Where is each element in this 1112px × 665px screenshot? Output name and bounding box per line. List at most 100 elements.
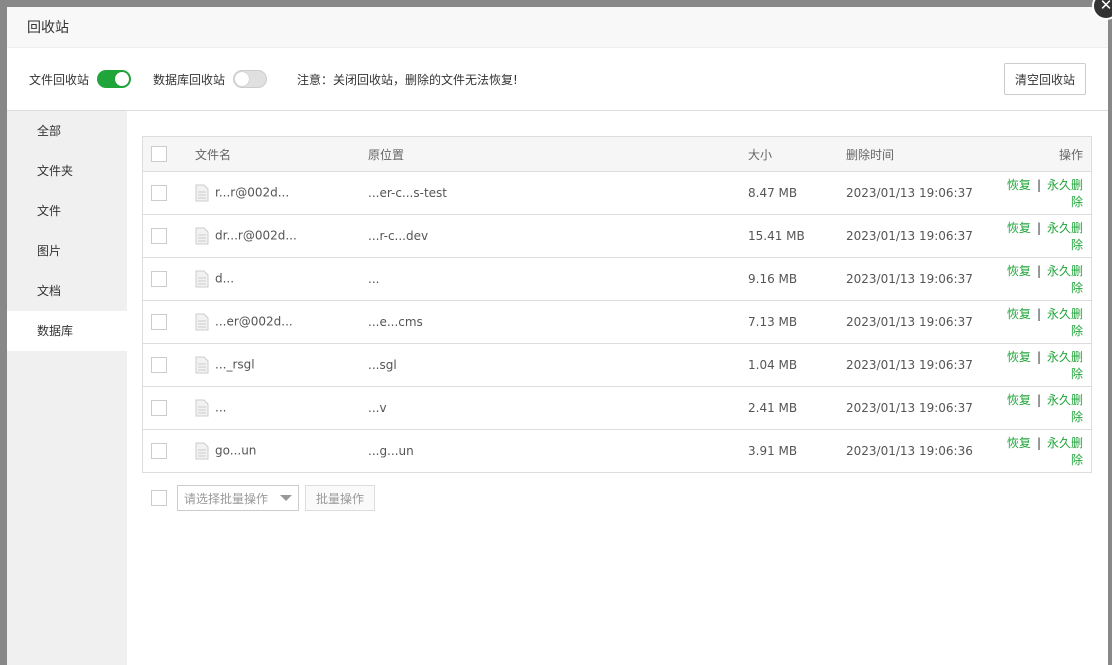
file-recycle-toggle[interactable] — [97, 70, 132, 88]
sidebar-item-documents[interactable]: 文档 — [7, 271, 127, 311]
toggle-knob — [115, 72, 130, 86]
row-file-name: r...r@002d... — [215, 185, 290, 200]
row-checkbox[interactable] — [151, 443, 167, 459]
row-size: 1.04 MB — [748, 358, 798, 372]
batch-bar: 请选择批量操作 批量操作 — [142, 485, 1092, 511]
row-delete-time: 2023/01/13 19:06:37 — [846, 229, 973, 243]
header-path: 原位置 — [368, 147, 405, 162]
restore-link[interactable]: 恢复 — [1007, 178, 1031, 192]
row-original-path: ...er-c...s-test — [368, 186, 447, 200]
file-icon — [195, 442, 209, 460]
row-checkbox[interactable] — [151, 185, 167, 201]
table-row: ... ...v 2.41 MB 2023/01/13 19:06:37 恢复 |… — [142, 386, 1092, 430]
permanent-delete-link[interactable]: 永久删除 — [1047, 307, 1083, 338]
select-all-checkbox[interactable] — [151, 146, 167, 162]
table-row: ...er@002d... ...e...cms 7.13 MB 2023/01… — [142, 300, 1092, 344]
op-separator: | — [1036, 221, 1041, 235]
row-delete-time: 2023/01/13 19:06:37 — [846, 358, 973, 372]
row-checkbox[interactable] — [151, 314, 167, 330]
table-row: ..._rsgl ...sgl 1.04 MB 2023/01/13 19:06… — [142, 343, 1092, 387]
row-checkbox[interactable] — [151, 357, 167, 373]
row-checkbox[interactable] — [151, 400, 167, 416]
batch-select-checkbox[interactable] — [151, 490, 167, 506]
file-icon — [195, 313, 209, 331]
db-recycle-group: 数据库回收站 — [153, 70, 268, 88]
toggle-knob — [235, 72, 250, 86]
file-icon — [195, 356, 209, 374]
recycle-bin-dialog: 回收站 文件回收站 数据库回收站 注意：关闭回收站，删除的文件无法恢复! 清空回… — [7, 7, 1108, 665]
batch-operation-button[interactable]: 批量操作 — [305, 485, 376, 511]
row-delete-time: 2023/01/13 19:06:37 — [846, 401, 973, 415]
restore-link[interactable]: 恢复 — [1007, 350, 1031, 364]
sidebar-item-files[interactable]: 文件 — [7, 191, 127, 231]
sidebar-item-databases[interactable]: 数据库 — [7, 311, 127, 351]
permanent-delete-link[interactable]: 永久删除 — [1047, 350, 1083, 381]
row-checkbox[interactable] — [151, 271, 167, 287]
warning-notice: 注意：关闭回收站，删除的文件无法恢复! — [297, 72, 518, 87]
permanent-delete-link[interactable]: 永久删除 — [1047, 221, 1083, 252]
file-recycle-group: 文件回收站 — [29, 70, 132, 88]
category-sidebar: 全部 文件夹 文件 图片 文档 数据库 — [7, 111, 127, 665]
recycle-table: 文件名 原位置 大小 删除时间 操作 r...r@002d... ...er-c… — [142, 136, 1092, 473]
row-file-name: go...un — [215, 443, 257, 458]
table-row: dr...r@002d... ...r-c...dev 15.41 MB 202… — [142, 214, 1092, 258]
db-recycle-label: 数据库回收站 — [153, 72, 226, 87]
batch-select-placeholder: 请选择批量操作 — [184, 491, 269, 506]
permanent-delete-link[interactable]: 永久删除 — [1047, 436, 1083, 467]
row-file-name: d... — [215, 271, 235, 286]
row-delete-time: 2023/01/13 19:06:37 — [846, 315, 973, 329]
db-recycle-toggle[interactable] — [233, 70, 268, 88]
restore-link[interactable]: 恢复 — [1007, 393, 1031, 407]
file-icon — [195, 270, 209, 288]
file-icon — [195, 184, 209, 202]
dialog-body: 全部 文件夹 文件 图片 文档 数据库 文件名 原位置 大小 删除时间 操作 r… — [7, 111, 1108, 665]
header-size: 大小 — [748, 147, 773, 162]
row-size: 3.91 MB — [748, 444, 798, 458]
permanent-delete-link[interactable]: 永久删除 — [1047, 178, 1083, 209]
row-file-name: ..._rsgl — [215, 357, 255, 372]
restore-link[interactable]: 恢复 — [1007, 264, 1031, 278]
op-separator: | — [1036, 393, 1041, 407]
dialog-title: 回收站 — [27, 20, 69, 36]
row-delete-time: 2023/01/13 19:06:36 — [846, 444, 973, 458]
chevron-down-icon — [280, 495, 292, 501]
table-body: r...r@002d... ...er-c...s-test 8.47 MB 2… — [142, 171, 1092, 473]
file-icon — [195, 227, 209, 245]
row-original-path: ...e...cms — [368, 315, 423, 329]
sidebar-item-all[interactable]: 全部 — [7, 111, 127, 151]
permanent-delete-link[interactable]: 永久删除 — [1047, 264, 1083, 295]
row-original-path: ...v — [368, 401, 387, 415]
restore-link[interactable]: 恢复 — [1007, 221, 1031, 235]
restore-link[interactable]: 恢复 — [1007, 436, 1031, 450]
op-separator: | — [1036, 178, 1041, 192]
op-separator: | — [1036, 350, 1041, 364]
restore-link[interactable]: 恢复 — [1007, 307, 1031, 321]
header-time: 删除时间 — [846, 147, 895, 162]
row-size: 8.47 MB — [748, 186, 798, 200]
row-size: 2.41 MB — [748, 401, 798, 415]
row-size: 15.41 MB — [748, 229, 805, 243]
op-separator: | — [1036, 436, 1041, 450]
row-original-path: ...g...un — [368, 444, 414, 458]
row-original-path: ...r-c...dev — [368, 229, 429, 243]
row-file-name: ... — [215, 400, 227, 415]
clear-recycle-bin-button[interactable]: 清空回收站 — [1003, 63, 1086, 95]
row-delete-time: 2023/01/13 19:06:37 — [846, 186, 973, 200]
header-ops: 操作 — [1058, 147, 1083, 162]
main-content: 文件名 原位置 大小 删除时间 操作 r...r@002d... ...er-c… — [127, 111, 1108, 665]
op-separator: | — [1036, 264, 1041, 278]
table-row: go...un ...g...un 3.91 MB 2023/01/13 19:… — [142, 429, 1092, 473]
header-name: 文件名 — [195, 147, 232, 162]
batch-operation-select[interactable]: 请选择批量操作 — [177, 485, 299, 511]
row-original-path: ...sgl — [368, 358, 397, 372]
row-checkbox[interactable] — [151, 228, 167, 244]
row-size: 7.13 MB — [748, 315, 798, 329]
sidebar-item-images[interactable]: 图片 — [7, 231, 127, 271]
row-file-name: dr...r@002d... — [215, 228, 297, 243]
row-original-path: ... — [368, 272, 380, 286]
op-separator: | — [1036, 307, 1041, 321]
sidebar-item-folders[interactable]: 文件夹 — [7, 151, 127, 191]
table-row: d... ... 9.16 MB 2023/01/13 19:06:37 恢复 |… — [142, 257, 1092, 301]
table-header-row: 文件名 原位置 大小 删除时间 操作 — [142, 136, 1092, 172]
permanent-delete-link[interactable]: 永久删除 — [1047, 393, 1083, 424]
